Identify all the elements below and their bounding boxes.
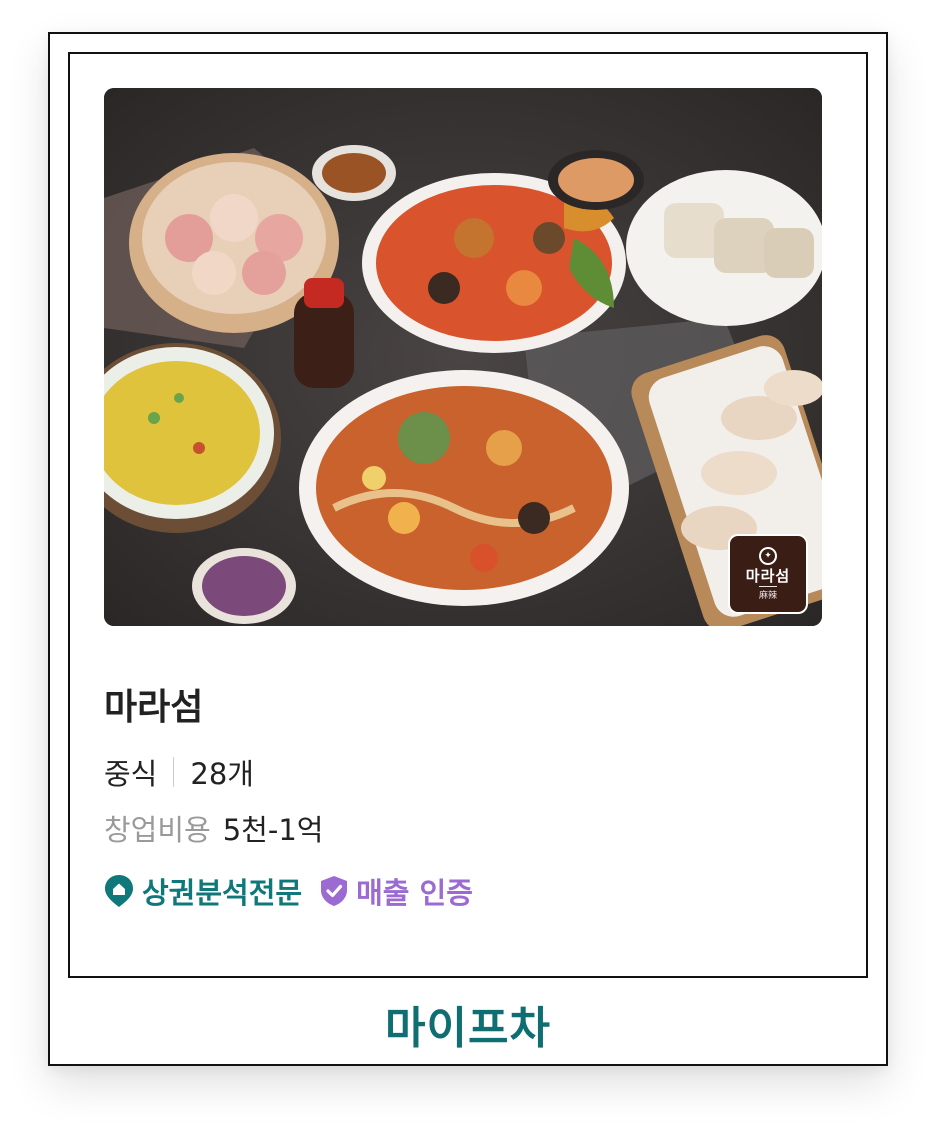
cost-value: 5천-1억	[222, 813, 324, 847]
franchise-meta: 중식 28개	[104, 751, 254, 793]
location-pin-icon	[105, 875, 133, 907]
brand-emblem-icon: ✦	[759, 546, 777, 565]
badge-brand-name: 마라섬	[745, 566, 791, 585]
site-logo[interactable]: 마이프차	[50, 992, 886, 1056]
food-illustration	[104, 88, 822, 626]
category-label: 중식	[104, 757, 158, 791]
franchise-card[interactable]: ✦ 마라섬 麻辣 마라섬 중식 28개 창업비용 5천-1억 상권분석전문 매출…	[68, 52, 868, 978]
tag-label: 상권분석전문	[142, 876, 303, 910]
promo-frame: ✦ 마라섬 麻辣 마라섬 중식 28개 창업비용 5천-1억 상권분석전문 매출…	[48, 32, 888, 1066]
feature-tags: 상권분석전문 매출 인증	[104, 870, 491, 912]
shield-check-icon	[321, 876, 348, 906]
store-count: 28개	[190, 757, 254, 791]
franchise-food-photo: ✦ 마라섬 麻辣	[104, 88, 822, 626]
tag-sales-verified: 매출 인증	[320, 870, 473, 912]
brand-logo-badge: ✦ 마라섬 麻辣	[728, 534, 808, 614]
tag-label: 매출 인증	[356, 876, 473, 910]
meta-divider	[173, 757, 175, 787]
cost-label: 창업비용	[104, 813, 211, 847]
startup-cost: 창업비용 5천-1억	[104, 807, 323, 849]
tag-market-analysis: 상권분석전문	[104, 870, 302, 912]
franchise-title: 마라섬	[104, 687, 204, 728]
badge-brand-sub: 麻辣	[758, 586, 777, 601]
